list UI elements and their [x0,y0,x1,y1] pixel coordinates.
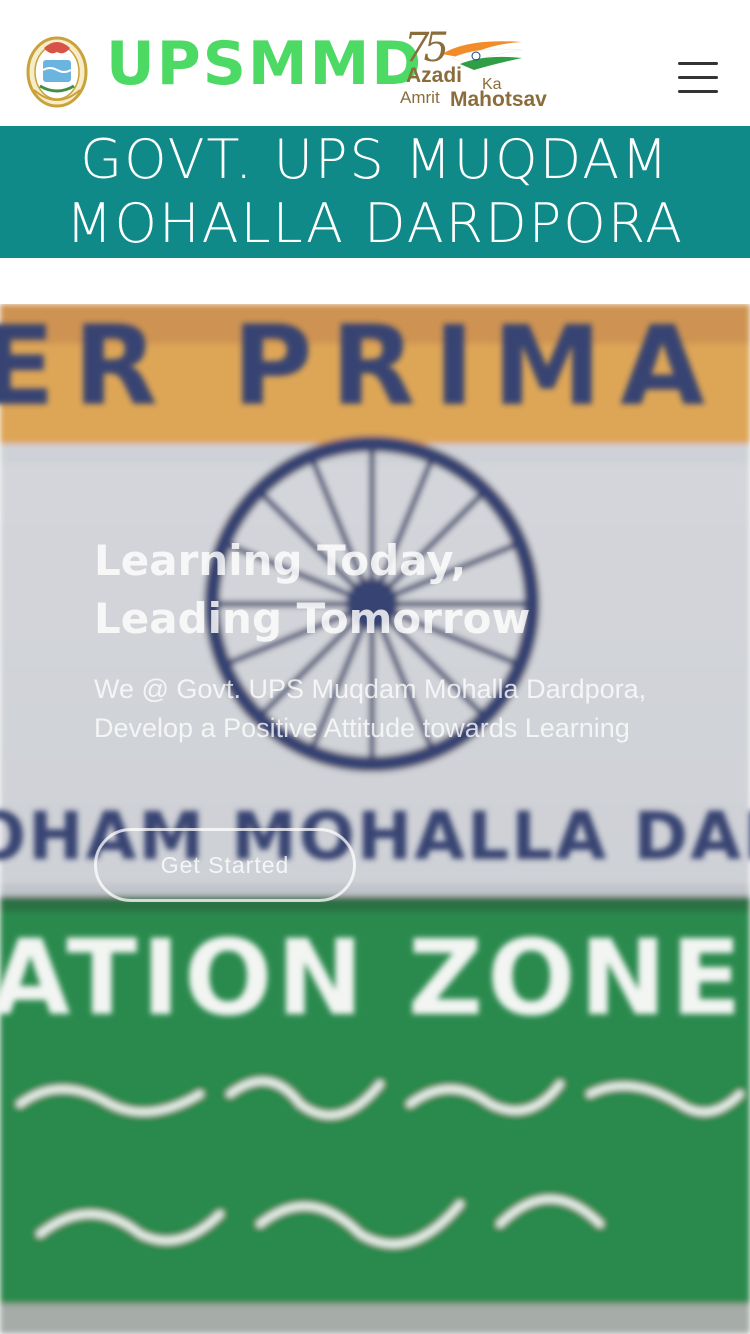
hero-title-line-2: Leading Tomorrow [94,594,531,643]
campaign-word-mahotsav: Mahotsav [450,88,547,111]
site-header: UPSMMD 75 Azadi Ka Amrit Mahotsav [0,0,750,126]
campaign-word-azadi: Azadi [406,64,463,87]
school-title-band: GOVT. UPS MUQDAM MOHALLA DARDPORA [0,126,750,258]
azadi-ka-amrit-mahotsav-logo: 75 Azadi Ka Amrit Mahotsav [398,26,554,112]
hero-subtitle: We @ Govt. UPS Muqdam Mohalla Dardpora, … [94,674,647,743]
menu-bar [678,90,718,93]
menu-bar [678,76,718,79]
campaign-word-amrit: Amrit [400,88,440,107]
hero-title-line-1: Learning Today, [94,536,467,585]
get-started-button[interactable]: Get Started [94,828,356,902]
hero-title: Learning Today, Leading Tomorrow [94,532,654,648]
hero-content: Learning Today, Leading Tomorrow We @ Go… [94,532,654,748]
hero-section: ER PRIMA OHAM MOHALLA DARDPO ATION ZONE … [0,304,750,1334]
hamburger-menu-icon[interactable] [674,56,722,100]
menu-bar [678,62,718,65]
school-title: GOVT. UPS MUQDAM MOHALLA DARDPORA [65,128,685,255]
state-emblem-icon[interactable] [24,30,90,110]
hero-overlay [0,304,750,1334]
brand-name[interactable]: UPSMMD [106,28,423,100]
